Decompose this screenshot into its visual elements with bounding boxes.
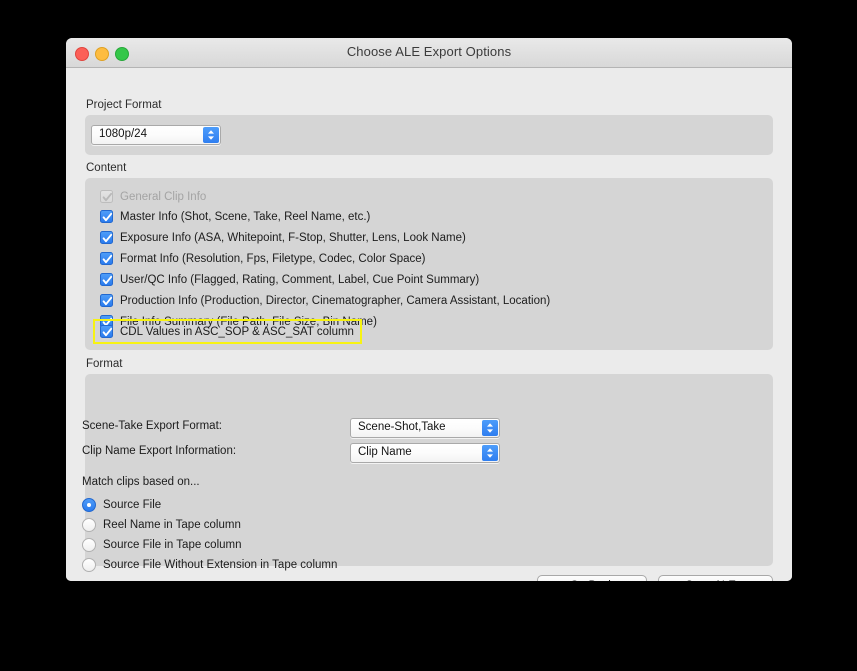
checkbox-production-info[interactable]	[100, 294, 113, 307]
save-ale-button[interactable]: Save ALE...	[658, 575, 773, 581]
radio-source-file-tape[interactable]	[82, 537, 96, 552]
ale-export-options-dialog: Choose ALE Export Options Project Format…	[66, 38, 792, 581]
radio-reel-name-tape[interactable]	[82, 517, 96, 532]
checkbox-row-exposure-info[interactable]: Exposure Info (ASA, Whitepoint, F-Stop, …	[100, 229, 466, 246]
checkbox-user-qc-info[interactable]	[100, 273, 113, 286]
scene-take-export-format-select[interactable]: Scene-Shot,Take	[350, 418, 500, 438]
radio-source-file-no-ext-tape[interactable]	[82, 557, 96, 572]
checkbox-row-production-info[interactable]: Production Info (Production, Director, C…	[100, 292, 550, 309]
project-format-value: 1080p/24	[99, 128, 147, 140]
clip-name-export-information-select[interactable]: Clip Name	[350, 443, 500, 463]
match-clips-based-on-label: Match clips based on...	[82, 476, 200, 488]
project-format-select[interactable]: 1080p/24	[91, 125, 221, 145]
clip-name-export-information-label: Clip Name Export Information:	[82, 445, 237, 457]
checkbox-general-clip-info	[100, 190, 113, 203]
checkbox-label-master-info: Master Info (Shot, Scene, Take, Reel Nam…	[120, 210, 371, 223]
checkbox-row-general-clip-info: General Clip Info	[100, 188, 206, 205]
radio-row-source-file-tape[interactable]: Source File in Tape column	[82, 536, 242, 553]
project-format-group-label: Project Format	[86, 99, 162, 111]
chevron-updown-icon	[482, 445, 498, 461]
checkbox-label-user-qc-info: User/QC Info (Flagged, Rating, Comment, …	[120, 273, 480, 286]
radio-row-reel-name-tape[interactable]: Reel Name in Tape column	[82, 516, 241, 533]
radio-label-source-file-tape: Source File in Tape column	[103, 538, 242, 551]
window-titlebar: Choose ALE Export Options	[66, 38, 792, 68]
radio-row-source-file[interactable]: Source File	[82, 496, 161, 513]
format-group-label: Format	[86, 358, 123, 370]
checkbox-label-cdl-values: CDL Values in ASC_SOP & ASC_SAT column	[120, 325, 354, 338]
checkbox-row-master-info[interactable]: Master Info (Shot, Scene, Take, Reel Nam…	[100, 208, 370, 225]
radio-label-reel-name-tape: Reel Name in Tape column	[103, 518, 241, 531]
go-back-button[interactable]: Go Back	[537, 575, 647, 581]
clip-name-export-information-value: Clip Name	[358, 446, 412, 458]
chevron-updown-icon	[482, 420, 498, 436]
checkbox-cdl-values[interactable]	[100, 325, 113, 338]
checkbox-label-exposure-info: Exposure Info (ASA, Whitepoint, F-Stop, …	[120, 231, 466, 244]
checkbox-exposure-info[interactable]	[100, 231, 113, 244]
radio-label-source-file: Source File	[103, 498, 162, 511]
checkbox-master-info[interactable]	[100, 210, 113, 223]
dialog-body: Project Format 1080p/24 Content General …	[66, 68, 792, 581]
radio-source-file[interactable]	[82, 497, 96, 512]
checkbox-label-general-clip-info: General Clip Info	[120, 190, 207, 203]
checkbox-row-cdl-values[interactable]: CDL Values in ASC_SOP & ASC_SAT column	[100, 323, 354, 340]
checkbox-format-info[interactable]	[100, 252, 113, 265]
radio-label-source-file-no-ext-tape: Source File Without Extension in Tape co…	[103, 558, 338, 571]
content-group-label: Content	[86, 162, 127, 174]
radio-row-source-file-no-ext-tape[interactable]: Source File Without Extension in Tape co…	[82, 556, 337, 573]
window-title: Choose ALE Export Options	[346, 44, 512, 59]
scene-take-export-format-label: Scene-Take Export Format:	[82, 420, 222, 432]
checkbox-label-production-info: Production Info (Production, Director, C…	[120, 294, 551, 307]
checkbox-row-format-info[interactable]: Format Info (Resolution, Fps, Filetype, …	[100, 250, 426, 267]
scene-take-export-format-value: Scene-Shot,Take	[358, 421, 446, 433]
checkbox-row-user-qc-info[interactable]: User/QC Info (Flagged, Rating, Comment, …	[100, 271, 479, 288]
chevron-updown-icon	[203, 127, 219, 143]
checkbox-label-format-info: Format Info (Resolution, Fps, Filetype, …	[120, 252, 426, 265]
